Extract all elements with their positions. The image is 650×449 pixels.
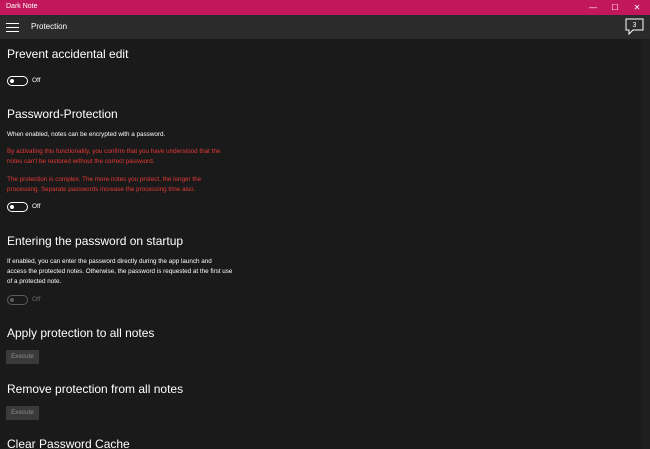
password-startup-toggle-label: Off [32, 296, 41, 303]
speech-bubble-icon: 3 [625, 18, 644, 36]
password-protection-heading: Password-Protection [7, 107, 118, 121]
prevent-edit-heading: Prevent accidental edit [7, 47, 129, 61]
apply-all-heading: Apply protection to all notes [7, 326, 155, 340]
password-startup-toggle[interactable] [7, 295, 28, 305]
hamburger-menu-icon[interactable] [6, 23, 19, 32]
app-header: Protection 3 [0, 15, 650, 39]
password-protection-toggle[interactable] [7, 202, 28, 212]
password-protection-warning-1: By activating this functionality, you co… [7, 148, 221, 165]
password-startup-description: If enabled, you can enter the password d… [7, 258, 233, 285]
notification-button[interactable]: 3 [624, 18, 645, 36]
title-bar: Dark Note — ☐ ✕ [0, 0, 650, 15]
remove-all-execute-button[interactable]: Execute [6, 406, 39, 420]
clear-cache-heading: Clear Password Cache [7, 437, 130, 449]
password-protection-toggle-label: Off [32, 203, 41, 210]
settings-content: Prevent accidental edit Off Password-Pro… [0, 39, 642, 449]
minimize-button[interactable]: — [582, 0, 604, 15]
password-protection-warning-2: The protection is complex. The more note… [7, 176, 202, 193]
apply-all-execute-button[interactable]: Execute [6, 350, 39, 364]
notification-count: 3 [633, 22, 637, 29]
remove-all-heading: Remove protection from all notes [7, 382, 184, 396]
password-protection-description: When enabled, notes can be encrypted wit… [7, 131, 166, 138]
prevent-edit-toggle-label: Off [32, 77, 41, 84]
page-title: Protection [31, 22, 68, 31]
close-button[interactable]: ✕ [626, 0, 648, 15]
app-title: Dark Note [6, 3, 38, 10]
vertical-scrollbar[interactable] [642, 39, 650, 449]
maximize-button[interactable]: ☐ [604, 0, 626, 15]
password-startup-heading: Entering the password on startup [7, 234, 184, 248]
prevent-edit-toggle[interactable] [7, 76, 28, 86]
